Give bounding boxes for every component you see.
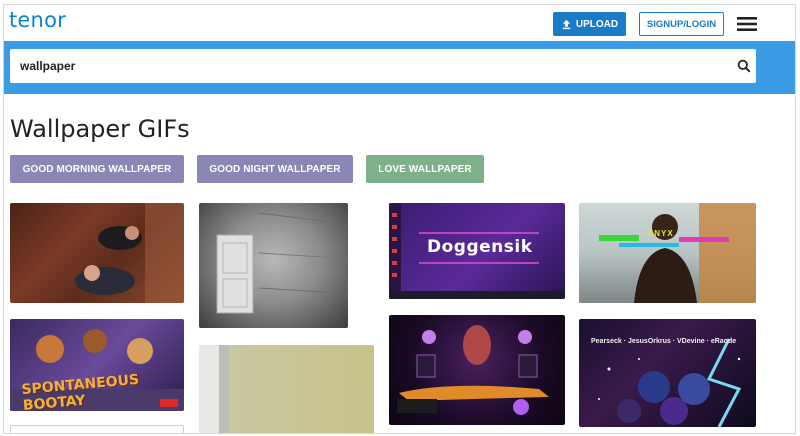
gif-tile[interactable]: ONYX — [579, 203, 756, 303]
gif-tile[interactable] — [10, 203, 184, 303]
upload-button-label: UPLOAD — [575, 18, 619, 30]
search-bar-area — [4, 41, 795, 94]
search-input[interactable] — [20, 49, 720, 83]
gif-thumbnail — [598, 338, 742, 427]
gif-tile[interactable] — [199, 345, 374, 433]
gif-caption: ONYX — [647, 229, 674, 238]
chip-good-morning-wallpaper[interactable]: GOOD MORNING WALLPAPER — [10, 155, 184, 183]
gif-thumbnail — [599, 203, 756, 303]
gif-caption: Pearseck · JesusOrkrus · VDevine · eRaod… — [591, 338, 737, 345]
gif-tile[interactable]: SPONTANEOUS BOOTAY — [10, 319, 184, 411]
menu-icon[interactable] — [737, 17, 757, 31]
gif-thumbnail — [199, 345, 229, 433]
gif-tile[interactable] — [199, 203, 348, 328]
gif-tile[interactable]: Doggensik — [389, 203, 565, 299]
gif-tile[interactable]: Pearseck · JesusOrkrus · VDevine · eRaod… — [579, 319, 756, 427]
upload-button[interactable]: UPLOAD — [553, 12, 626, 36]
header: tenor UPLOAD SIGNUP/LOGIN — [4, 5, 795, 41]
tenor-logo[interactable]: tenor — [9, 8, 66, 32]
chip-good-night-wallpaper[interactable]: GOOD NIGHT WALLPAPER — [197, 155, 353, 183]
upload-icon — [562, 19, 571, 29]
gif-tile[interactable] — [389, 315, 565, 425]
signup-login-button[interactable]: SIGNUP/LOGIN — [639, 12, 724, 36]
gif-thumbnail — [216, 212, 340, 314]
chip-love-wallpaper[interactable]: LOVE WALLPAPER — [366, 155, 484, 183]
gif-thumbnail — [397, 325, 549, 415]
search-icon[interactable] — [737, 59, 751, 73]
page-title: Wallpaper GIFs — [10, 115, 190, 143]
gif-tile[interactable] — [10, 425, 184, 433]
search-box — [10, 49, 756, 83]
gif-thumbnail — [75, 203, 184, 303]
gif-caption: Doggensik — [427, 237, 533, 257]
browser-viewport: tenor UPLOAD SIGNUP/LOGIN Wallpaper GIFs — [3, 4, 796, 434]
